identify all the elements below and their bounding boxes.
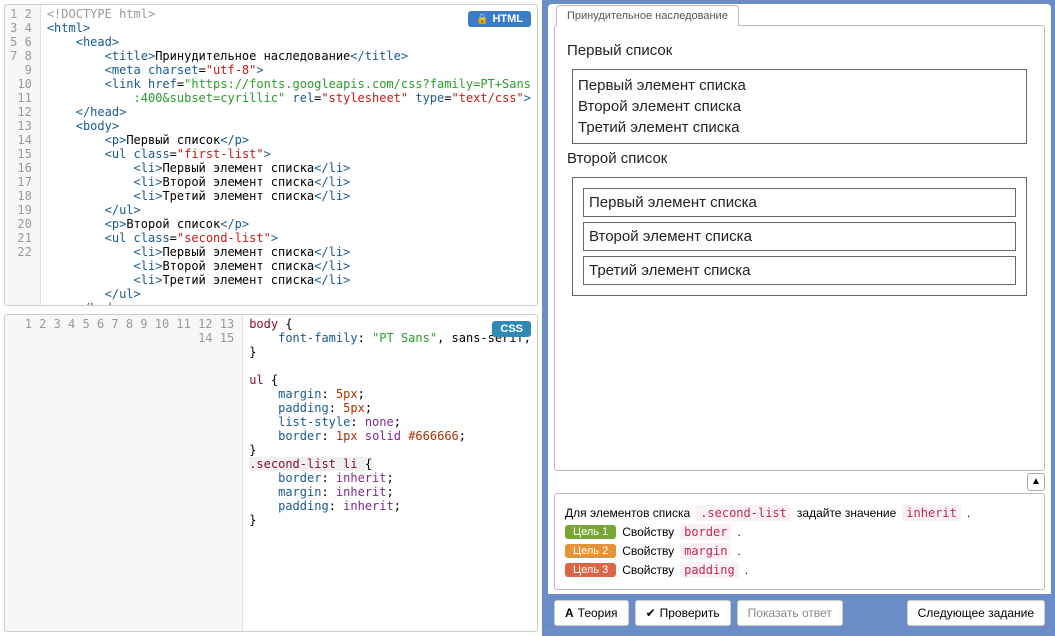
preview-column: Принудительное наследование Первый списо… <box>544 0 1055 636</box>
list-item: Третий элемент списка <box>583 256 1016 285</box>
goal-3-chip: Цель 3 <box>565 563 616 577</box>
theory-button[interactable]: A Теория <box>554 600 629 626</box>
heading-1: Первый список <box>567 42 1032 59</box>
list-item: Второй элемент списка <box>583 222 1016 251</box>
code-prop: margin <box>680 543 731 559</box>
goal-text: Для элементов списка <box>565 506 690 520</box>
code-value: inherit <box>902 505 961 521</box>
editors-column: HTML 1 2 3 4 5 6 7 8 9 10 11 12 13 14 15… <box>0 0 544 636</box>
code-prop: border <box>680 524 731 540</box>
goal-2-chip: Цель 2 <box>565 544 616 558</box>
code-selector: .second-list <box>696 505 791 521</box>
goals-panel: Для элементов списка .second-list задайт… <box>554 493 1045 590</box>
list-item: Первый элемент списка <box>583 188 1016 217</box>
html-gutter: 1 2 3 4 5 6 7 8 9 10 11 12 13 14 15 16 1… <box>5 5 41 305</box>
code-prop: padding <box>680 562 739 578</box>
check-button[interactable]: ✔ Проверить <box>635 600 731 626</box>
list-item: Второй элемент списка <box>578 96 1021 117</box>
lock-icon <box>476 13 488 25</box>
heading-2: Второй список <box>567 150 1032 167</box>
preview-frame: Первый список Первый элемент списка Втор… <box>554 25 1045 471</box>
html-badge: HTML <box>468 11 531 27</box>
css-code[interactable]: body { font-family: "PT Sans", sans-seri… <box>243 315 537 631</box>
html-code[interactable]: <!DOCTYPE html> <html> <head> <title>При… <box>41 5 537 305</box>
preview-pane: Принудительное наследование Первый списо… <box>548 4 1051 632</box>
check-icon: ✔ <box>646 606 656 620</box>
list-item: Первый элемент списка <box>578 75 1021 96</box>
first-list: Первый элемент списка Второй элемент спи… <box>572 69 1027 144</box>
goal-1-chip: Цель 1 <box>565 525 616 539</box>
next-task-button[interactable]: Следующее задание <box>907 600 1045 626</box>
scroll-up-button[interactable]: ▲ <box>1027 473 1045 491</box>
goal-text: задайте значение <box>797 506 896 520</box>
css-gutter: 1 2 3 4 5 6 7 8 9 10 11 12 13 14 15 <box>5 315 243 631</box>
bottom-toolbar: A Теория ✔ Проверить Показать ответ След… <box>548 594 1051 632</box>
preview-tab[interactable]: Принудительное наследование <box>556 5 739 26</box>
show-answer-button[interactable]: Показать ответ <box>737 600 843 626</box>
list-item: Третий элемент списка <box>578 117 1021 138</box>
css-badge: CSS <box>492 321 531 337</box>
html-editor[interactable]: HTML 1 2 3 4 5 6 7 8 9 10 11 12 13 14 15… <box>4 4 538 306</box>
css-editor[interactable]: CSS 1 2 3 4 5 6 7 8 9 10 11 12 13 14 15 … <box>4 314 538 632</box>
second-list: Первый элемент списка Второй элемент спи… <box>572 177 1027 296</box>
